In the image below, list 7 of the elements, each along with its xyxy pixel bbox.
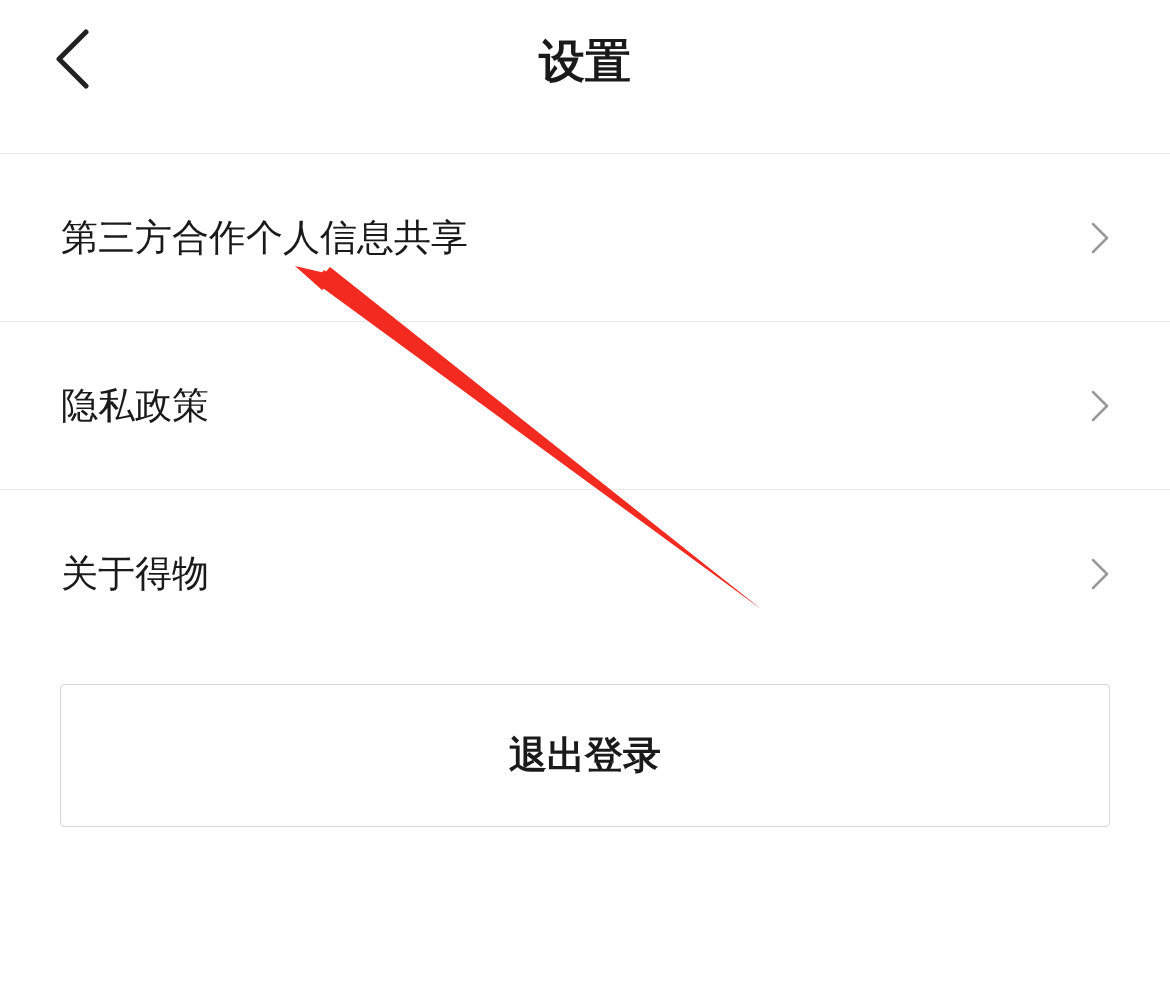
chevron-right-icon [1090,557,1110,591]
menu-item[interactable]: 关于得物 [0,490,1170,658]
chevron-right-icon [1090,388,1110,423]
chevron-right-icon [1090,220,1110,255]
logout-button[interactable]: 退出登录 [60,684,1110,827]
page-title: 设置 [539,32,631,90]
back-icon[interactable] [54,29,90,89]
